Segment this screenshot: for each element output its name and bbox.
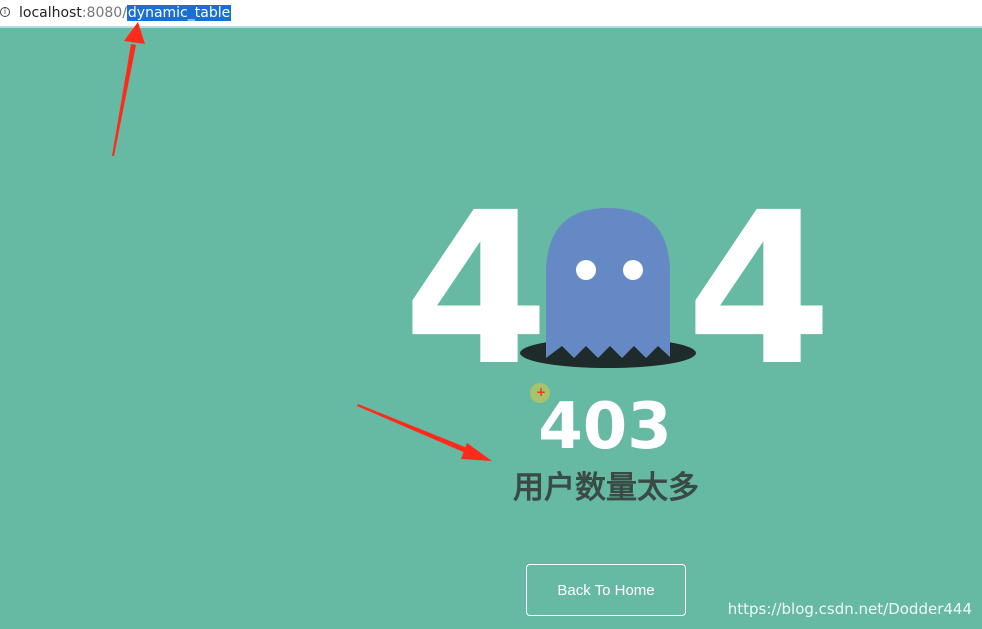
url-host: localhost [19,5,82,21]
url-text[interactable]: localhost:8080/dynamic_table [19,5,232,22]
url-port: :8080/ [81,5,127,21]
info-icon[interactable]: i [0,7,10,17]
ghost-icon [520,208,696,368]
arrow-to-url [112,22,145,156]
status-message: 用户数量太多 [513,470,699,506]
digit-four-right: 4 [686,167,833,412]
address-bar[interactable]: i localhost:8080/dynamic_table [0,0,982,28]
ghost-body [546,208,670,358]
watermark: https://blog.csdn.net/Dodder444 [727,600,972,618]
ghost-eye-right [623,260,643,280]
back-to-home-button[interactable]: Back To Home [526,564,686,616]
status-code: 403 [538,390,672,464]
ghost-eye-left [576,260,596,280]
url-selected-path: dynamic_table [126,5,232,21]
